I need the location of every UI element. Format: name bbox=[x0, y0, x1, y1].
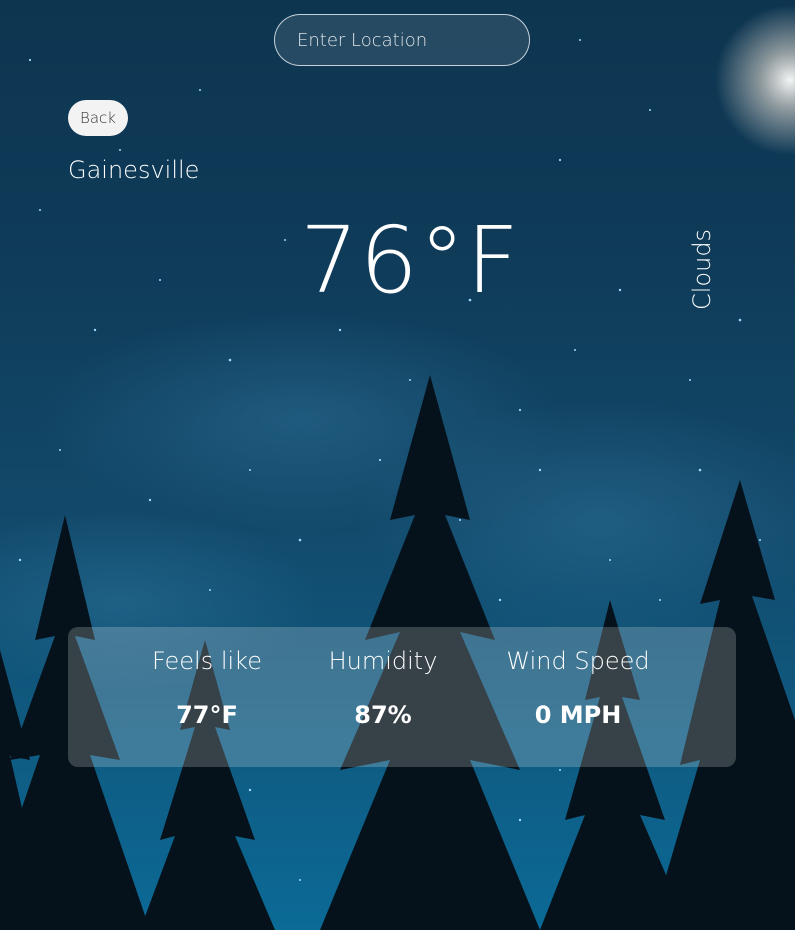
location-search-input[interactable] bbox=[274, 14, 530, 66]
weather-stats-panel: Feels like 77°F Humidity 87% Wind Speed … bbox=[68, 627, 736, 767]
feels-like-label: Feels like bbox=[152, 647, 262, 675]
weather-app: Back Gainesville 76°F Clouds Feels like … bbox=[0, 0, 795, 930]
feels-like-value: 77°F bbox=[176, 701, 238, 729]
wind-speed-value: 0 MPH bbox=[534, 701, 622, 729]
humidity-value: 87% bbox=[354, 701, 412, 729]
night-sky-forest-background bbox=[0, 5, 795, 930]
current-temperature: 76°F bbox=[300, 207, 520, 314]
wind-speed-label: Wind Speed bbox=[506, 647, 650, 675]
back-button[interactable]: Back bbox=[68, 100, 128, 136]
humidity-label: Humidity bbox=[328, 647, 438, 675]
city-name: Gainesville bbox=[68, 156, 200, 184]
weather-condition: Clouds bbox=[688, 228, 716, 310]
